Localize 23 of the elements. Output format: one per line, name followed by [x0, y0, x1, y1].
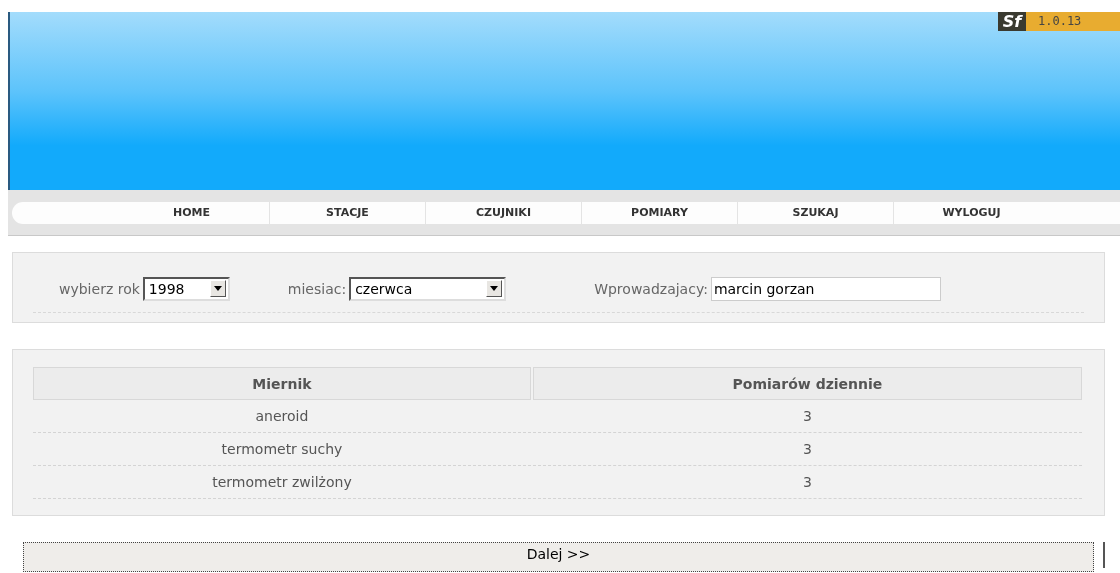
- nav-link[interactable]: CZUJNIKI: [426, 201, 582, 224]
- table-cell: 3: [532, 466, 1082, 499]
- version-label: 1.0.13: [1026, 12, 1120, 31]
- input-field[interactable]: marcin gorzan: [710, 276, 941, 301]
- table-cell: 3: [532, 433, 1082, 466]
- table-cell: termometr suchy: [33, 433, 531, 466]
- nav-link[interactable]: HOME: [114, 201, 270, 224]
- nav-link[interactable]: POMIARY: [582, 201, 738, 224]
- dropdown[interactable]: czerwca: [349, 276, 507, 301]
- field-label: wybierz rok: [59, 280, 140, 297]
- dropdown[interactable]: 1998: [142, 276, 230, 301]
- table-cell: 3: [532, 400, 1082, 433]
- table-cell: termometr zwilżony: [33, 466, 531, 499]
- field-label: Wprowadzajacy:: [594, 280, 708, 297]
- column-header: Pomiarów dziennie: [532, 367, 1082, 400]
- nav-link[interactable]: SZUKAJ: [738, 201, 894, 224]
- nav-link[interactable]: STACJE: [270, 201, 426, 224]
- column-header: Miernik: [33, 367, 531, 400]
- table-cell: aneroid: [33, 400, 531, 433]
- field-label: miesiac:: [287, 280, 347, 297]
- nav-link[interactable]: WYLOGUJ: [894, 201, 1049, 224]
- logo: Sf: [998, 12, 1026, 31]
- next-button[interactable]: Dalej >>: [23, 542, 1094, 572]
